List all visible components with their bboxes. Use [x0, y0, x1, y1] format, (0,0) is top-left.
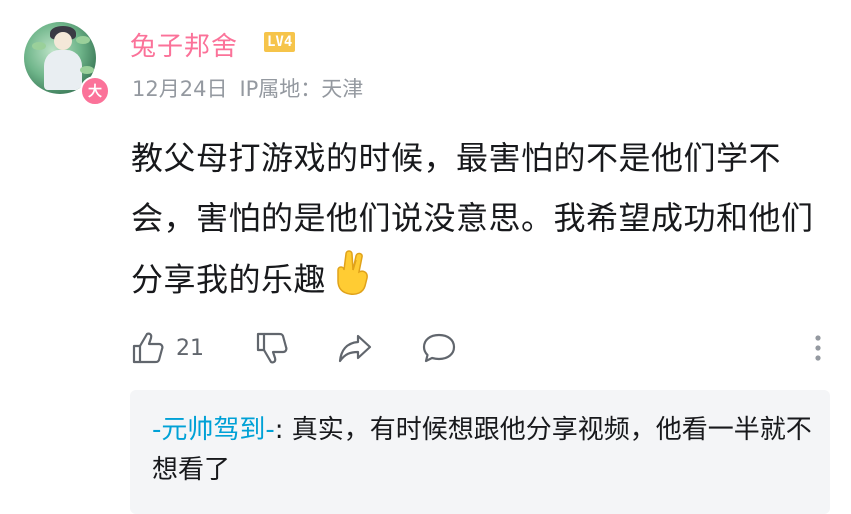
vip-badge: 大	[80, 76, 110, 106]
comment-username[interactable]: 兔子邦舍	[130, 26, 238, 63]
reply-item: -元帅驾到-: 真实，有时候想跟他分享视频，他看一半就不想看了	[152, 410, 812, 490]
avatar[interactable]: 大	[20, 18, 110, 106]
share-icon	[338, 334, 372, 363]
reply-separator: :	[274, 415, 292, 445]
more-vertical-icon	[815, 335, 821, 361]
comment-date: 12月24日	[132, 77, 228, 101]
more-options-button[interactable]	[812, 330, 824, 370]
comment-actions: 21	[130, 328, 830, 372]
thumbs-down-icon	[256, 332, 288, 364]
finger-crossed-emoji	[332, 248, 372, 315]
share-button[interactable]	[336, 328, 374, 368]
dislike-button[interactable]	[254, 328, 290, 368]
reply-preview[interactable]: -元帅驾到-: 真实，有时候想跟他分享视频，他看一半就不想看了	[130, 390, 830, 514]
thumbs-up-icon	[132, 332, 164, 364]
reply-button[interactable]	[420, 328, 458, 368]
reply-username[interactable]: -元帅驾到-	[152, 415, 275, 445]
ip-location: IP属地：天津	[239, 77, 364, 101]
comment-text: 教父母打游戏的时候，最害怕的不是他们学不会，害怕的是他们说没意思。我希望成功和他…	[131, 128, 831, 315]
like-button[interactable]: 21	[130, 328, 204, 368]
level-badge: LV4	[264, 32, 296, 52]
comment-body: 教父母打游戏的时候，最害怕的不是他们学不会，害怕的是他们说没意思。我希望成功和他…	[131, 139, 814, 299]
like-count: 21	[176, 335, 204, 361]
reply-icon	[422, 333, 456, 363]
comment-meta: 12月24日 IP属地：天津	[132, 73, 363, 103]
